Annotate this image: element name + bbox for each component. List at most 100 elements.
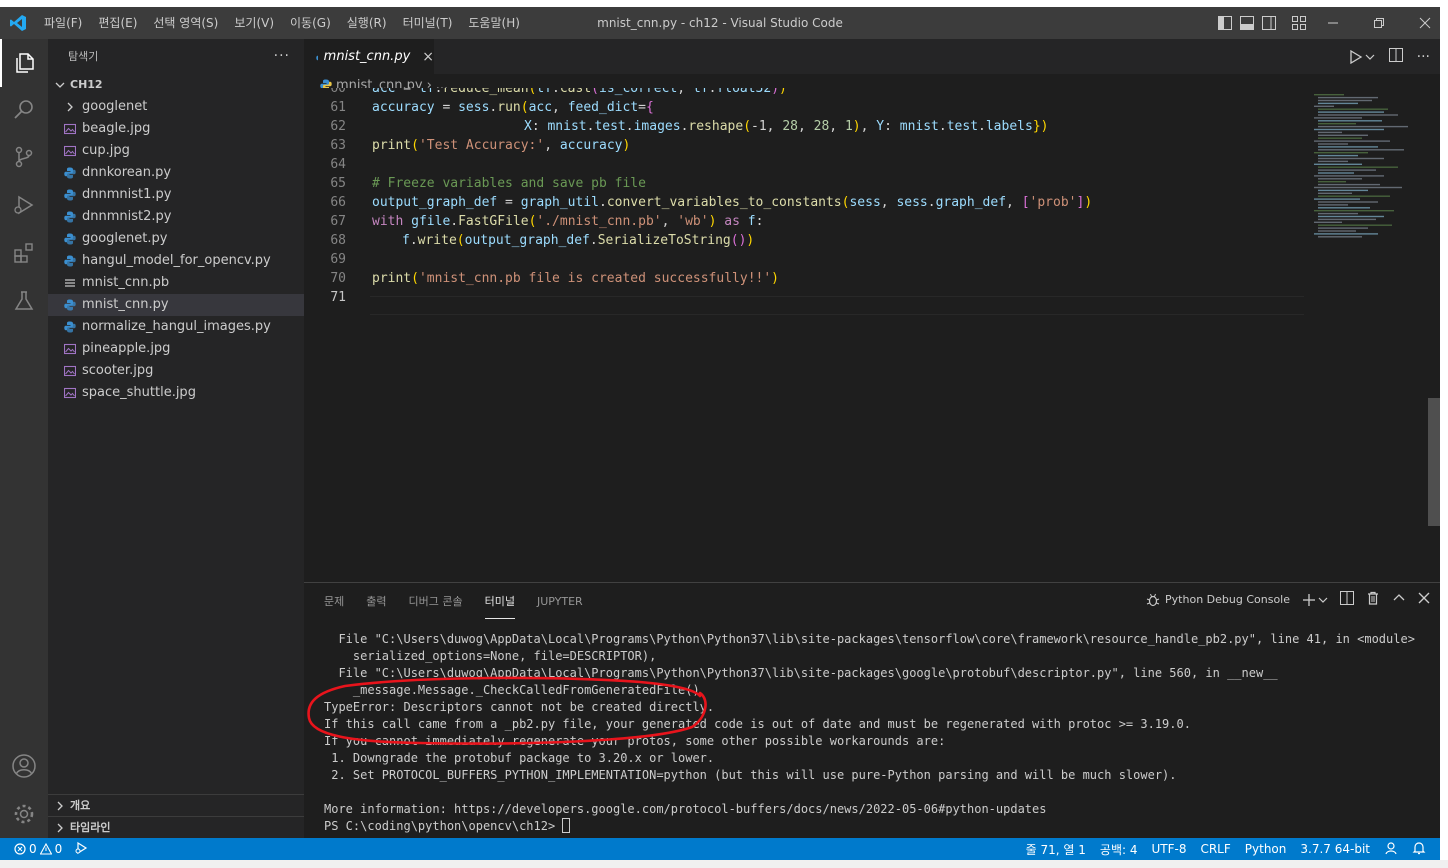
menu-terminal[interactable]: 터미널(T) <box>395 7 461 39</box>
code-line: 60 acc = tf.reduce_mean(tf.cast(is_correc… <box>304 88 1304 98</box>
more-actions-icon[interactable]: ··· <box>274 39 290 74</box>
close-panel-icon[interactable] <box>1418 592 1430 607</box>
maximize-panel-icon[interactable] <box>1392 591 1406 608</box>
menu-run[interactable]: 실행(R) <box>339 7 395 39</box>
terminal-line: serialized_options=None, file=DESCRIPTOR… <box>324 649 657 663</box>
menu-edit[interactable]: 편집(E) <box>90 7 145 39</box>
run-debug-status-icon[interactable] <box>74 841 88 858</box>
tree-file[interactable]: space_shuttle.jpg <box>48 382 304 404</box>
code-text: # Freeze variables and save pb file <box>372 176 646 191</box>
code-text: print('mnist_cnn.pb file is created succ… <box>372 271 779 286</box>
timeline-section[interactable]: 타임라인 <box>48 816 304 838</box>
testing-flask-icon[interactable] <box>0 277 48 325</box>
tab-output[interactable]: 출력 <box>366 593 386 619</box>
cursor-position[interactable]: 줄 71, 열 1 <box>1026 841 1086 858</box>
indentation[interactable]: 공백: 4 <box>1100 841 1138 858</box>
tree-file[interactable]: beagle.jpg <box>48 118 304 140</box>
timeline-label: 타임라인 <box>70 821 111 834</box>
line-ending[interactable]: CRLF <box>1200 842 1230 856</box>
editor-scrollbar-thumb[interactable] <box>1428 398 1440 526</box>
extensions-icon[interactable] <box>0 229 48 277</box>
encoding[interactable]: UTF-8 <box>1151 842 1186 856</box>
terminal-cursor <box>562 818 571 833</box>
code-line: 70 print('mnist_cnn.pb file is created su… <box>304 269 1304 288</box>
settings-gear-icon[interactable] <box>0 790 48 838</box>
feedback-icon[interactable] <box>1384 841 1398 858</box>
code-editor[interactable]: 60 acc = tf.reduce_mean(tf.cast(is_correc… <box>304 88 1304 582</box>
terminal-error-line: TypeError: Descriptors cannot not be cre… <box>324 700 715 714</box>
notifications-bell-icon[interactable] <box>1412 841 1426 858</box>
customize-layout-icon[interactable] <box>1288 7 1310 39</box>
terminal-output[interactable]: File "C:\Users\duwog\AppData\Local\Progr… <box>324 631 1434 835</box>
tab-jupyter[interactable]: JUPYTER <box>537 593 583 619</box>
explorer-icon[interactable] <box>0 39 48 87</box>
terminal-selector[interactable]: Python Debug Console <box>1146 593 1290 607</box>
error-count: 0 <box>29 842 37 856</box>
chevron-right-icon <box>64 96 82 118</box>
run-debug-icon[interactable] <box>0 181 48 229</box>
split-editor-icon[interactable] <box>1388 47 1403 66</box>
terminal-prompt-line: PS C:\coding\python\opencv\ch12> <box>324 818 1434 835</box>
menu-selection[interactable]: 선택 영역(S) <box>145 7 226 39</box>
tab-problems[interactable]: 문제 <box>324 593 344 619</box>
trash-icon[interactable] <box>1366 591 1380 608</box>
line-number: 69 <box>330 252 346 267</box>
tree-file[interactable]: googlenet.py <box>48 228 304 250</box>
tree-file[interactable]: dnnkorean.py <box>48 162 304 184</box>
terminal-line: If this call came from a _pb2.py file, y… <box>324 717 1191 731</box>
tree-file[interactable]: mnist_cnn.pb <box>48 272 304 294</box>
python-file-icon <box>316 55 318 60</box>
line-number: 63 <box>330 138 346 153</box>
menu-go[interactable]: 이동(G) <box>282 7 339 39</box>
code-text: output_graph_def = graph_util.convert_va… <box>372 195 1093 210</box>
toggle-secondary-sidebar-icon[interactable] <box>1258 7 1280 39</box>
line-number: 71 <box>330 290 346 305</box>
outline-section[interactable]: 개요 <box>48 794 304 816</box>
toggle-sidebar-icon[interactable] <box>1214 7 1236 39</box>
tree-file[interactable]: dnnmnist1.py <box>48 184 304 206</box>
tree-file[interactable]: cup.jpg <box>48 140 304 162</box>
image-file-icon <box>64 338 82 360</box>
code-line: 62 X: mnist.test.images.reshape(-1, 28, 2… <box>304 117 1304 136</box>
menu-help[interactable]: 도움말(H) <box>460 7 528 39</box>
problems-status[interactable]: 0 0 <box>14 842 62 856</box>
tree-folder[interactable]: googlenet <box>48 96 304 118</box>
tab-label: mnist_cnn.py <box>323 49 411 64</box>
close-tab-icon[interactable]: × <box>422 49 434 65</box>
tree-file[interactable]: scooter.jpg <box>48 360 304 382</box>
toggle-panel-icon[interactable] <box>1236 7 1258 39</box>
menu-view[interactable]: 보기(V) <box>226 7 282 39</box>
tab-debug-console[interactable]: 디버그 콘솔 <box>409 593 463 619</box>
search-icon[interactable] <box>0 85 48 133</box>
tree-file[interactable]: normalize_hangul_images.py <box>48 316 304 338</box>
tree-file[interactable]: hangul_model_for_opencv.py <box>48 250 304 272</box>
python-interpreter[interactable]: 3.7.7 64-bit <box>1300 842 1370 856</box>
tab-mnist-cnn-py[interactable]: mnist_cnn.py × <box>304 39 434 74</box>
tree-file[interactable]: mnist_cnn.py <box>48 294 304 316</box>
tree-file[interactable]: pineapple.jpg <box>48 338 304 360</box>
tree-item-label: dnnmnist1.py <box>82 187 172 202</box>
run-python-file-icon[interactable] <box>1349 49 1375 64</box>
terminal-line: 2. Set PROTOCOL_BUFFERS_PYTHON_IMPLEMENT… <box>324 768 1177 782</box>
explorer-sidebar: 탐색기 ··· CH12 googlenet beagle.jpg cup.jpg d… <box>48 39 304 838</box>
terminal-line: _message.Message._CheckCalledFromGenerat… <box>324 683 700 697</box>
folder-header[interactable]: CH12 <box>48 74 304 96</box>
tab-terminal[interactable]: 터미널 <box>484 593 515 619</box>
split-terminal-icon[interactable] <box>1340 591 1354 608</box>
minimap[interactable] <box>1310 92 1426 242</box>
accounts-icon[interactable] <box>0 742 48 790</box>
new-terminal-icon[interactable] <box>1302 593 1328 607</box>
language-mode[interactable]: Python <box>1245 842 1287 856</box>
python-file-icon <box>64 294 82 316</box>
source-control-icon[interactable] <box>0 133 48 181</box>
debug-bug-icon <box>1146 593 1160 606</box>
tree-file[interactable]: dnnmnist2.py <box>48 206 304 228</box>
restore-button[interactable] <box>1356 7 1402 39</box>
sidebar-title: 탐색기 ··· <box>48 39 304 74</box>
line-number: 61 <box>330 100 346 115</box>
menu-file[interactable]: 파일(F) <box>36 7 90 39</box>
more-actions-icon[interactable]: ··· <box>1417 49 1430 65</box>
line-number: 70 <box>330 271 346 286</box>
minimize-button[interactable] <box>1310 7 1356 39</box>
terminal-name: Python Debug Console <box>1165 593 1290 606</box>
